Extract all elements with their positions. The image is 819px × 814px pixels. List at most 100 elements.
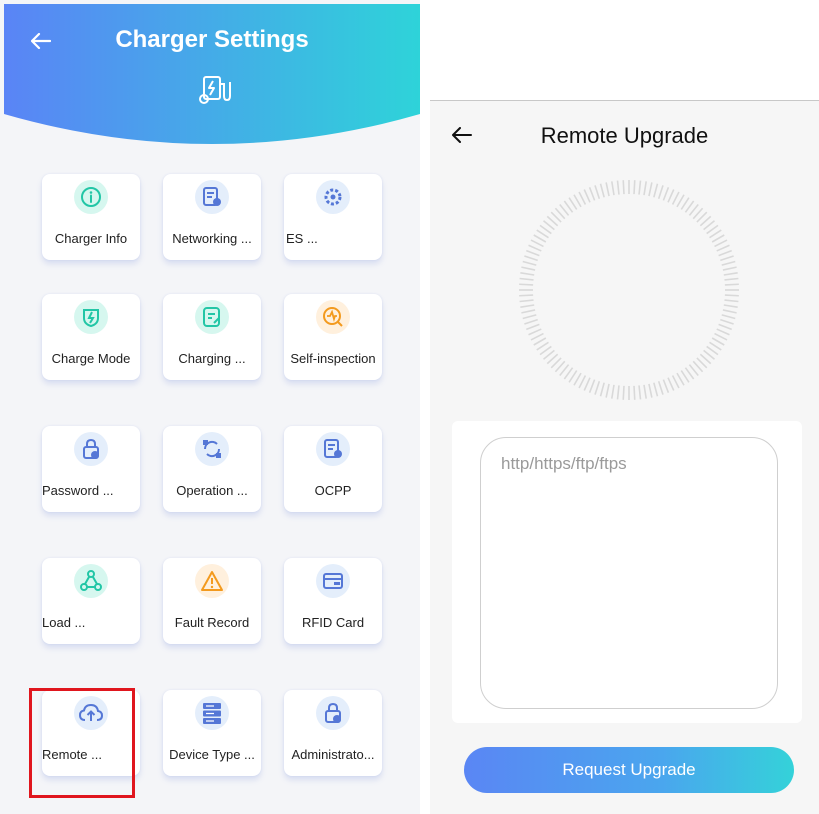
tile-ocpp[interactable]: OCPP [284,426,382,512]
dial-tick [714,332,728,341]
dial-tick [519,294,534,297]
tile-label: Device Type ... [169,747,255,762]
dial-tick [583,189,591,203]
dial-tick [588,379,596,393]
tile-networking[interactable]: Networking ... [163,174,261,260]
dial-tick [667,377,675,391]
dial-tick [653,183,659,198]
lock-check-icon [74,432,108,466]
dial-tick [638,180,642,195]
remote-upgrade-screen: Remote Upgrade Request Upgrade [430,100,819,814]
dial-tick [528,244,542,252]
tile-charging[interactable]: Charging ... [163,294,261,380]
dial-tick [709,341,722,351]
dial-tick [676,194,685,208]
dial-tick [573,372,582,386]
dial-tick [524,255,538,262]
tile-label: Networking ... [172,231,252,246]
dial-tick [657,381,664,395]
dial-tick [522,260,537,266]
dial-tick [588,187,596,201]
document-gear-icon [316,432,350,466]
dial-tick [716,244,730,252]
tile-label: Charge Mode [51,351,131,366]
dial-tick [722,309,737,314]
tile-label: Fault Record [174,615,250,630]
dial-tick [522,314,537,320]
dial-tick [724,299,739,303]
network-nodes-icon [74,564,108,598]
dial-tick [657,185,664,199]
dial-tick [594,185,601,199]
dial-tick [578,375,587,389]
progress-dial-icon [519,180,739,400]
tile-es[interactable]: ES ... [284,174,382,260]
dial-tick [653,382,659,397]
dial-tick [724,283,739,286]
dial-tick [723,272,738,276]
dial-tick [573,194,582,208]
dial-tick [667,189,675,203]
dial-tick [611,384,615,399]
card-icon [316,564,350,598]
dial-tick [536,341,549,351]
dial-tick [622,385,625,400]
tile-label: RFID Card [301,615,365,630]
dial-tick [521,266,536,271]
tile-device-type[interactable]: Device Type ... [163,690,261,776]
dial-tick [520,272,535,276]
dial-tick [723,304,738,308]
dial-tick [605,182,610,197]
dial-tick [718,323,732,331]
charger-settings-screen: Charger Settings Charger Info Networking… [0,0,420,814]
dial-tick [568,197,578,210]
remote-upgrade-highlight [29,688,135,798]
tile-label: OCPP [314,483,352,498]
dial-tick [520,304,535,308]
dial-tick [530,239,544,248]
dial-tick [521,309,536,314]
dial-tick [578,191,587,205]
document-gear-icon [195,180,229,214]
dial-tick [519,299,534,303]
tile-load[interactable]: Load ... [42,558,140,644]
warning-icon [195,564,229,598]
dial-tick [616,385,620,400]
tile-rfid-card[interactable]: RFID Card [284,558,382,644]
tile-self-inspection[interactable]: Self-inspection [284,294,382,380]
dial-tick [583,377,591,391]
dial-tick [676,372,685,386]
tile-label: Charger Info [54,231,128,246]
dial-tick [662,379,670,393]
dial-tick [533,337,547,346]
tile-label: Self-inspection [290,351,376,366]
dial-tick [622,180,625,195]
pulse-search-icon [316,300,350,334]
dial-tick [616,180,620,195]
dial-tick [605,383,610,398]
sync-icon [195,432,229,466]
dial-tick [643,384,647,399]
dial-tick [724,277,739,281]
dial-tick [533,234,547,243]
upgrade-url-input[interactable] [480,437,778,709]
dial-tick [526,323,540,331]
dial-tick [720,318,734,325]
url-card [452,421,802,723]
tile-charge-mode[interactable]: Charge Mode [42,294,140,380]
tile-operation[interactable]: Operation ... [163,426,261,512]
dial-tick [721,260,736,266]
dial-tick [718,249,732,257]
dial-tick [709,229,722,239]
dial-tick [536,229,549,239]
info-icon [74,180,108,214]
dial-tick [671,375,680,389]
tile-password[interactable]: Password ... [42,426,140,512]
tile-administrator[interactable]: Administrato... [284,690,382,776]
request-upgrade-button[interactable]: Request Upgrade [464,747,794,793]
tile-fault-record[interactable]: Fault Record [163,558,261,644]
dial-tick [599,183,605,198]
gear-cluster-icon [316,180,350,214]
tile-charger-info[interactable]: Charger Info [42,174,140,260]
tile-label: Charging ... [178,351,246,366]
